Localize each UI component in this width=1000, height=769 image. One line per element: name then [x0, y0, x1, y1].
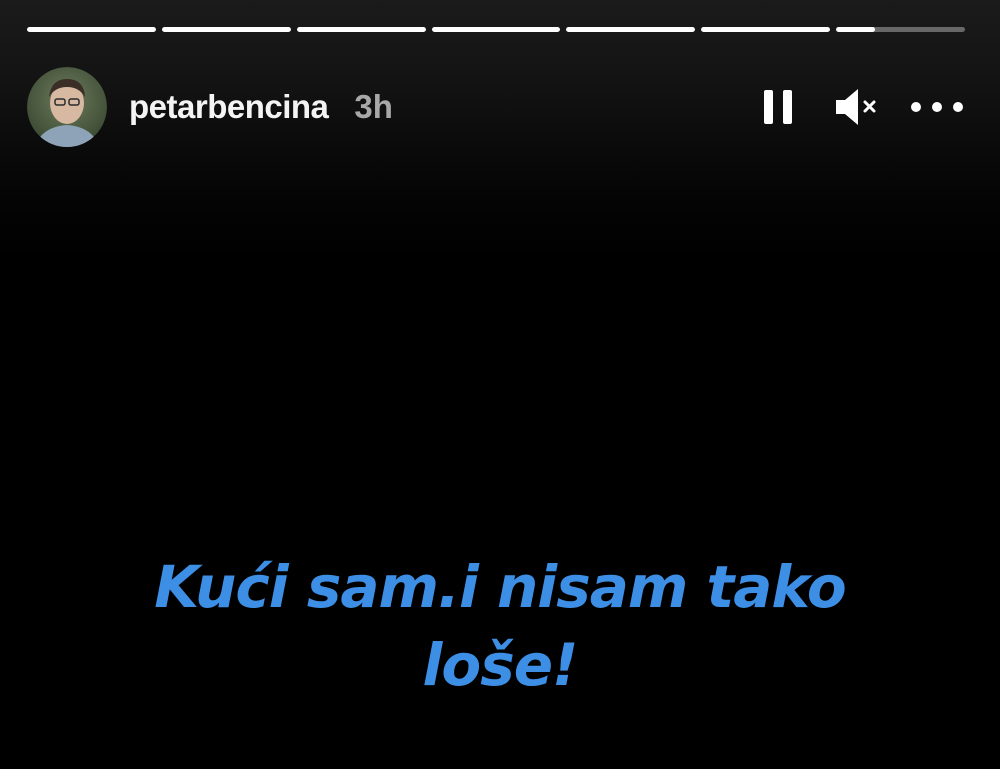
progress-segment [431, 27, 561, 32]
progress-segment [701, 27, 831, 32]
progress-segment [161, 27, 291, 32]
pause-icon[interactable] [761, 85, 795, 129]
avatar[interactable] [27, 67, 107, 147]
more-horizontal-icon[interactable] [909, 97, 965, 117]
speaker-muted-icon[interactable] [833, 85, 881, 129]
story-header: petarbencina 3h [27, 64, 965, 150]
story-progress-bars [27, 27, 966, 32]
story-caption: Kući sam.i nisam tako loše! [40, 548, 960, 704]
caption-line: loše! [422, 631, 578, 699]
caption-line: Kući sam.i nisam tako [154, 553, 846, 621]
progress-segment-current [836, 27, 966, 32]
story-controls [761, 85, 965, 129]
story-viewer: petarbencina 3h Kući sam.i nisam tako lo… [0, 0, 1000, 769]
username[interactable]: petarbencina [129, 88, 329, 126]
progress-segment [566, 27, 696, 32]
post-time: 3h [354, 88, 393, 125]
progress-segment [27, 27, 156, 32]
progress-segment [296, 27, 426, 32]
